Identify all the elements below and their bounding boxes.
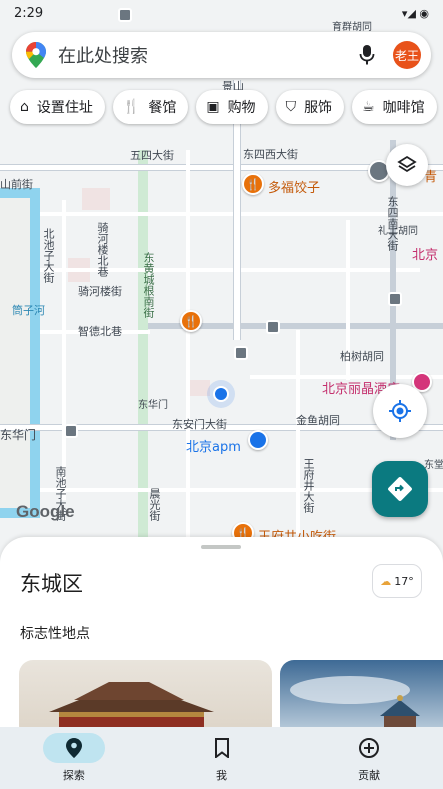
street-label: 东华门 xyxy=(138,400,168,411)
bus-stop-icon[interactable] xyxy=(266,320,280,334)
chip-cafe[interactable]: ☕ 咖啡馆 xyxy=(352,90,437,124)
chip-restaurants[interactable]: 🍴 餐馆 xyxy=(112,90,189,124)
status-time: 2:29 xyxy=(14,5,44,21)
category-chips: ⌂ 设置住址 🍴 餐馆 ▣ 购物 ⛉ 服饰 ☕ 咖啡馆 xyxy=(10,90,437,126)
landmark-card-temple-of-heaven[interactable] xyxy=(280,660,443,737)
street-label: 智德北巷 xyxy=(78,325,122,338)
restaurant-pin-icon[interactable]: 🍴 xyxy=(242,173,264,195)
add-circle-icon xyxy=(359,738,380,758)
nav-me[interactable]: 我 xyxy=(148,727,296,789)
bottom-navigation: 探索 我 贡献 xyxy=(0,727,443,789)
layers-icon xyxy=(397,155,417,173)
location-pin-icon xyxy=(65,738,82,758)
search-bar[interactable]: 在此处搜索 老王 xyxy=(12,32,431,78)
weather-temp: 17° xyxy=(394,574,414,588)
road xyxy=(40,212,443,216)
microphone-icon[interactable] xyxy=(359,44,375,66)
directions-button[interactable] xyxy=(372,461,428,517)
poi-label-beijing[interactable]: 北京 xyxy=(412,244,438,263)
street-label: 晨光街 xyxy=(148,488,161,521)
my-location-button[interactable] xyxy=(373,384,427,438)
bookmark-icon xyxy=(214,738,229,758)
avatar-text: 老王 xyxy=(394,48,419,63)
nav-me-pill xyxy=(191,733,253,763)
status-bar: 2:29 ▾◢ ◉ xyxy=(0,0,443,26)
shopping-bag-icon: ▣ xyxy=(206,99,220,115)
directions-icon xyxy=(388,477,412,501)
street-label: 柏树胡同 xyxy=(340,350,384,363)
temple-of-heaven-image xyxy=(280,660,443,737)
chip-label: 咖啡馆 xyxy=(382,100,425,116)
chip-set-home[interactable]: ⌂ 设置住址 xyxy=(10,90,105,124)
my-location-dot xyxy=(213,386,229,402)
block xyxy=(190,380,210,396)
nav-label: 我 xyxy=(216,769,227,782)
poi-label-duofu[interactable]: 多福饺子 xyxy=(268,177,320,196)
chip-shopping[interactable]: ▣ 购物 xyxy=(196,90,268,124)
poi-label-apm[interactable]: 北京apm xyxy=(186,436,241,455)
street-label: 山前街 xyxy=(0,178,33,191)
coffee-icon: ☕ xyxy=(362,99,375,115)
block xyxy=(82,188,110,210)
street-label: 北池子大街 xyxy=(42,228,55,283)
chip-label: 设置住址 xyxy=(36,100,93,116)
nav-explore-pill xyxy=(42,733,105,763)
street-label: 礼士胡同 xyxy=(378,226,418,237)
home-icon: ⌂ xyxy=(20,99,29,115)
street-label: 东堂 xyxy=(424,460,443,471)
street-label: 东华门 xyxy=(0,428,37,442)
road xyxy=(62,200,66,500)
shopping-pin-icon[interactable] xyxy=(248,430,268,450)
street-label: 五四大街 xyxy=(130,149,174,162)
avatar[interactable]: 老王 xyxy=(393,41,421,69)
layers-button[interactable] xyxy=(386,144,428,186)
section-title: 标志性地点 xyxy=(20,626,90,642)
nav-label: 贡献 xyxy=(358,769,381,782)
maps-logo-icon xyxy=(26,42,46,68)
google-logo-text: Google xyxy=(16,502,75,521)
search-input[interactable]: 在此处搜索 xyxy=(58,42,359,68)
moat-inner xyxy=(0,198,30,508)
street-label: 东黄城根南街 xyxy=(142,252,155,318)
google-logo: Google xyxy=(16,502,75,522)
bus-stop-icon[interactable] xyxy=(64,424,78,438)
chip-label: 服饰 xyxy=(304,100,333,116)
street-label: 骑河楼街 xyxy=(78,285,122,298)
street-label: 东安门大街 xyxy=(172,418,227,431)
street-label: 筒子河 xyxy=(12,304,45,317)
street-label: 东四西大街 xyxy=(243,148,298,161)
sheet-drag-handle[interactable] xyxy=(201,545,241,549)
weather-icon: ☁ xyxy=(380,574,392,588)
crosshair-icon xyxy=(389,400,411,422)
nav-label: 探索 xyxy=(62,769,85,782)
nav-contribute-pill xyxy=(338,733,400,763)
status-icons: ▾◢ ◉ xyxy=(401,6,429,20)
bus-stop-icon[interactable] xyxy=(234,346,248,360)
street-label: 王府井大街 xyxy=(302,458,315,513)
nav-explore[interactable]: 探索 xyxy=(0,727,148,789)
landmark-card-forbidden-city[interactable] xyxy=(19,660,272,737)
chip-label: 购物 xyxy=(227,100,256,116)
road xyxy=(186,150,190,540)
street-label: 金鱼胡同 xyxy=(296,414,340,427)
park-strip xyxy=(138,150,148,540)
area-title: 东城区 xyxy=(20,572,83,596)
street-label: 骑河楼北巷 xyxy=(96,222,109,277)
chip-label: 餐馆 xyxy=(148,100,177,116)
bottom-sheet[interactable]: 东城区 ☁ 17° 标志性地点 xyxy=(0,537,443,737)
shirt-icon: ⛉ xyxy=(285,99,297,115)
restaurant-pin-icon[interactable]: 🍴 xyxy=(180,310,202,332)
nav-contribute[interactable]: 贡献 xyxy=(295,727,443,789)
weather-badge[interactable]: ☁ 17° xyxy=(372,564,422,598)
fork-knife-icon: 🍴 xyxy=(122,99,141,115)
forbidden-city-image xyxy=(19,660,272,737)
chip-clothing[interactable]: ⛉ 服饰 xyxy=(275,90,345,124)
bus-stop-icon[interactable] xyxy=(388,292,402,306)
